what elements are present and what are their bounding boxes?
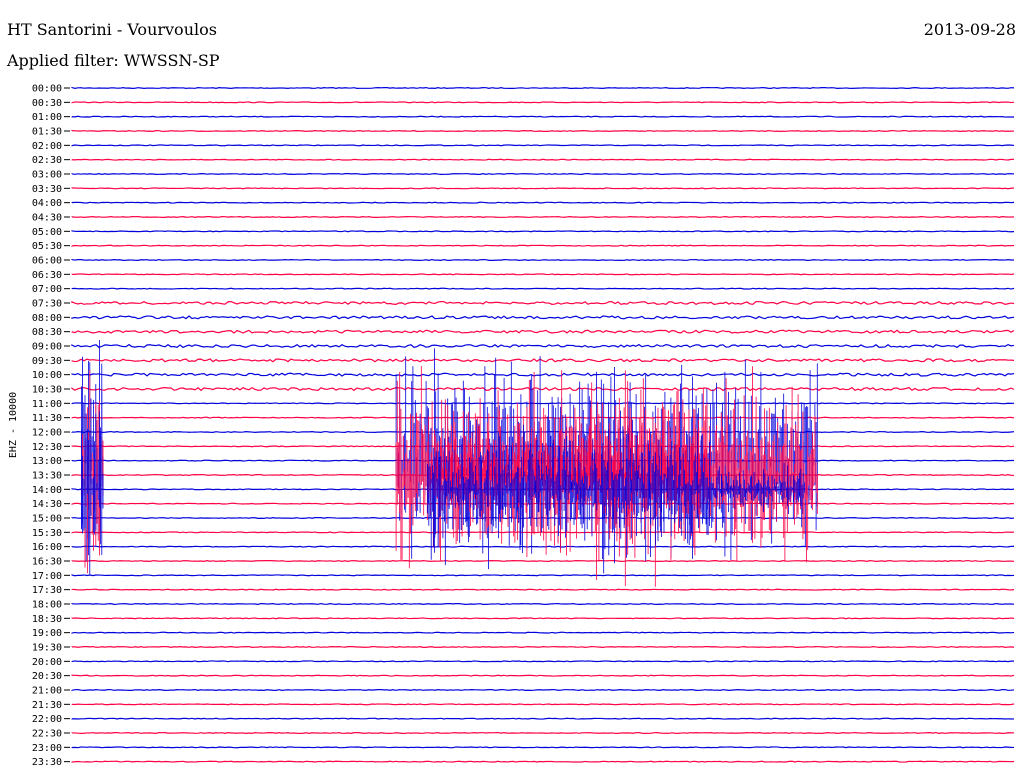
time-tick-label: 09:30 (32, 356, 62, 367)
time-tick-label: 05:30 (32, 241, 62, 252)
time-tick-label: 23:00 (32, 743, 62, 754)
time-tick-label: 16:30 (32, 556, 62, 567)
trace-line (71, 273, 1015, 276)
trace-line (71, 187, 1015, 190)
trace-line (71, 244, 1015, 247)
trace-line (71, 386, 1015, 392)
time-tick-label: 00:00 (32, 84, 62, 95)
trace-line (71, 645, 1015, 648)
time-tick-label: 11:30 (32, 413, 62, 424)
time-tick-label: 05:00 (32, 227, 62, 238)
trace-line (71, 329, 1015, 334)
time-tick-label: 04:00 (32, 198, 62, 209)
trace-line (71, 115, 1015, 118)
time-tick-label: 14:00 (32, 485, 62, 496)
time-tick-label: 15:00 (32, 513, 62, 524)
trace-line (71, 172, 1015, 175)
time-tick-label: 14:30 (32, 499, 62, 510)
trace-line (71, 129, 1015, 132)
time-tick-label: 08:30 (32, 327, 62, 338)
trace-line (71, 343, 1015, 349)
trace-line (71, 617, 1015, 620)
time-tick-label: 20:00 (32, 657, 62, 668)
time-tick-label: 01:30 (32, 126, 62, 137)
trace-line (71, 287, 1015, 290)
time-tick-label: 07:30 (32, 298, 62, 309)
time-tick-label: 16:00 (32, 542, 62, 553)
trace-line (71, 631, 1015, 634)
trace-line (71, 688, 1015, 692)
time-tick-label: 06:30 (32, 270, 62, 281)
trace-line (71, 215, 1015, 218)
time-tick-label: 20:30 (32, 671, 62, 682)
trace-line (71, 144, 1015, 147)
trace-line (71, 230, 1015, 233)
time-tick-label: 17:00 (32, 571, 62, 582)
trace-line (71, 731, 1015, 734)
time-tick-label: 02:00 (32, 141, 62, 152)
trace-line (71, 574, 1015, 577)
trace-line (71, 101, 1015, 104)
time-tick-label: 19:30 (32, 642, 62, 653)
time-tick-label: 02:30 (32, 155, 62, 166)
trace-line (71, 559, 1015, 563)
trace-line (71, 258, 1014, 262)
trace-line (71, 660, 1015, 663)
time-tick-label: 18:30 (32, 614, 62, 625)
trace-line (71, 545, 1014, 548)
trace-line (71, 602, 1015, 605)
trace-line (71, 531, 1015, 534)
time-tick-label: 18:00 (32, 599, 62, 610)
trace-line (71, 430, 1015, 433)
time-tick-label: 21:00 (32, 685, 62, 696)
channel-label: EHZ - 10000 (8, 392, 19, 458)
time-tick-label: 13:00 (32, 456, 62, 467)
trace-line (71, 445, 1015, 448)
trace-line (71, 158, 1015, 161)
trace-line (71, 746, 1015, 749)
time-tick-label: 07:00 (32, 284, 62, 295)
time-tick-label: 04:30 (32, 212, 62, 223)
time-tick-label: 22:30 (32, 728, 62, 739)
time-tick-label: 10:00 (32, 370, 62, 381)
time-tick-label: 09:00 (32, 341, 62, 352)
time-tick-label: 13:30 (32, 470, 62, 481)
time-tick-label: 01:00 (32, 112, 62, 123)
time-tick-label: 21:30 (32, 700, 62, 711)
time-tick-label: 12:00 (32, 427, 62, 438)
time-tick-label: 17:30 (32, 585, 62, 596)
trace-line (71, 588, 1015, 591)
time-tick-label: 03:30 (32, 184, 62, 195)
trace-line (71, 300, 1015, 306)
time-tick-label: 15:30 (32, 528, 62, 539)
time-tick-label: 22:00 (32, 714, 62, 725)
trace-line (71, 315, 1015, 320)
trace-group (71, 86, 1015, 763)
time-tick-label: 12:30 (32, 442, 62, 453)
time-tick-label: 23:30 (32, 757, 62, 768)
trace-line (71, 402, 1015, 405)
time-tick-label: 06:00 (32, 255, 62, 266)
trace-line (71, 86, 1015, 90)
time-tick-group: 00:00 00:30 01:00 01:30 02:00 02:30 03:00 03:30… (32, 84, 70, 768)
trace-line (71, 416, 1015, 419)
trace-line (71, 358, 1015, 363)
time-tick-label: 19:00 (32, 628, 62, 639)
trace-line (71, 717, 1015, 720)
trace-line (71, 201, 1015, 204)
trace-line (71, 703, 1015, 706)
time-tick-label: 10:30 (32, 384, 62, 395)
time-tick-label: 11:00 (32, 399, 62, 410)
helicorder-plot: 00:00 00:30 01:00 01:30 02:00 02:30 03:00 03:30… (8, 84, 1015, 768)
time-tick-label: 08:00 (32, 313, 62, 324)
time-tick-label: 00:30 (32, 98, 62, 109)
time-tick-label: 03:00 (32, 169, 62, 180)
trace-line (71, 674, 1015, 677)
trace-line (71, 760, 1015, 763)
trace-line (71, 372, 1015, 377)
